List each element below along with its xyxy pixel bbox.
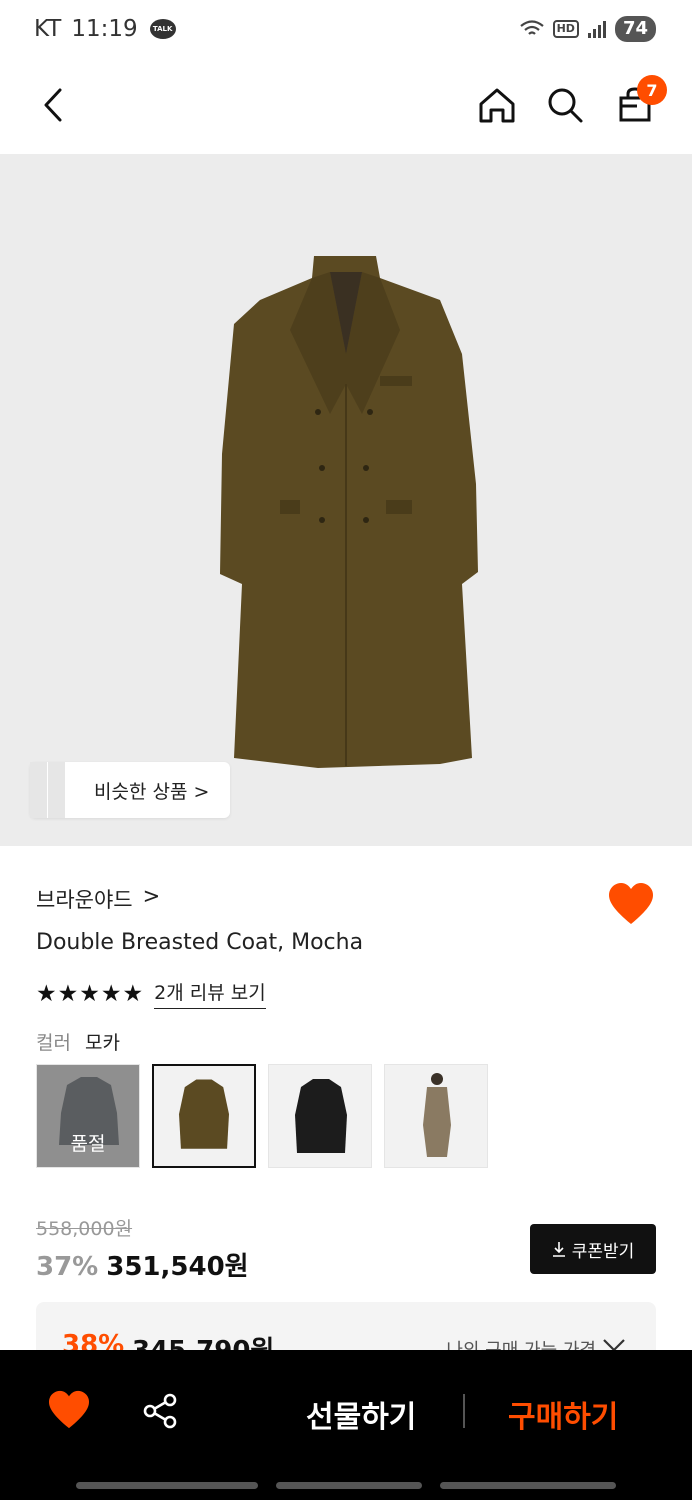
search-icon — [548, 88, 583, 123]
brand-name: 브라운야드 — [36, 888, 133, 912]
chevron-right-icon: > — [142, 884, 161, 908]
kakaotalk-icon: TALK — [149, 19, 176, 39]
price-row: 37% 351,540원 — [36, 1246, 249, 1283]
original-price: 558,000원 — [36, 1218, 133, 1240]
gift-button[interactable]: 선물하기 — [306, 1392, 416, 1436]
cart-button[interactable]: 7 — [612, 75, 667, 128]
similar-products-button[interactable]: 비슷한 상품 > — [30, 762, 230, 818]
battery-indicator: 74 — [614, 16, 656, 42]
nav-gesture-bar — [440, 1482, 616, 1489]
back-arrow-icon — [44, 88, 62, 122]
review-link[interactable]: 2개 리뷰 보기 — [154, 978, 266, 1009]
coupon-button[interactable]: 쿠폰받기 — [530, 1224, 656, 1274]
color-label: 컬러 — [36, 1032, 71, 1054]
carrier-label: KT — [34, 16, 62, 42]
cart-count-badge: 7 — [637, 75, 667, 105]
coat-image — [220, 256, 478, 768]
coat-thumbnail — [295, 1079, 347, 1153]
discount-rate: 37% — [36, 1252, 99, 1282]
bottom-wishlist-button[interactable] — [48, 1390, 90, 1430]
buy-button[interactable]: 구매하기 — [508, 1392, 618, 1436]
swatch-mocha-selected[interactable] — [152, 1064, 256, 1168]
nav-gesture-bar — [76, 1482, 258, 1489]
swatch-model[interactable] — [384, 1064, 488, 1168]
top-navigation: 7 — [0, 64, 692, 154]
share-button[interactable] — [142, 1392, 180, 1430]
swatch-gray-soldout[interactable]: 품절 — [36, 1064, 140, 1168]
home-button[interactable] — [474, 82, 520, 128]
brand-link[interactable]: 브라운야드 > — [36, 884, 160, 914]
star-rating-icon: ★★★★★ — [36, 980, 145, 1007]
search-button[interactable] — [542, 82, 588, 128]
back-button[interactable] — [30, 82, 76, 128]
color-row: 컬러 모카 — [36, 1028, 120, 1055]
color-swatches: 품절 — [36, 1064, 488, 1168]
home-icon — [479, 88, 515, 123]
sale-price: 351,540원 — [106, 1252, 249, 1282]
rating-row: ★★★★★ 2개 리뷰 보기 — [36, 978, 266, 1009]
similar-products-label: 비슷한 상품 > — [94, 780, 210, 803]
download-icon — [552, 1242, 565, 1257]
wishlist-button[interactable] — [608, 882, 654, 926]
status-bar: KT 11:19 TALK HD 74 — [0, 0, 692, 64]
hd-voice-badge: HD — [552, 20, 579, 38]
status-right: HD 74 — [519, 16, 656, 42]
heart-icon — [609, 883, 653, 924]
swatch-black[interactable] — [268, 1064, 372, 1168]
wifi-icon — [519, 20, 544, 35]
product-image[interactable]: 비슷한 상품 > — [0, 154, 692, 846]
model-thumbnail — [423, 1073, 451, 1157]
share-icon — [143, 1393, 177, 1429]
bottom-action-bar: 선물하기 구매하기 — [0, 1350, 692, 1500]
coat-thumbnail — [179, 1079, 229, 1149]
nav-gesture-bar — [276, 1482, 422, 1489]
soldout-label: 품절 — [70, 1133, 106, 1155]
color-value: 모카 — [84, 1032, 120, 1054]
signal-icon — [587, 21, 606, 38]
coupon-label: 쿠폰받기 — [571, 1241, 635, 1262]
similar-thumbnails — [30, 762, 94, 818]
product-name: Double Breasted Coat, Mocha — [36, 930, 364, 955]
heart-icon — [49, 1390, 89, 1429]
clock: 11:19 — [71, 16, 138, 42]
status-left: KT 11:19 TALK — [34, 16, 176, 42]
divider — [463, 1394, 465, 1428]
